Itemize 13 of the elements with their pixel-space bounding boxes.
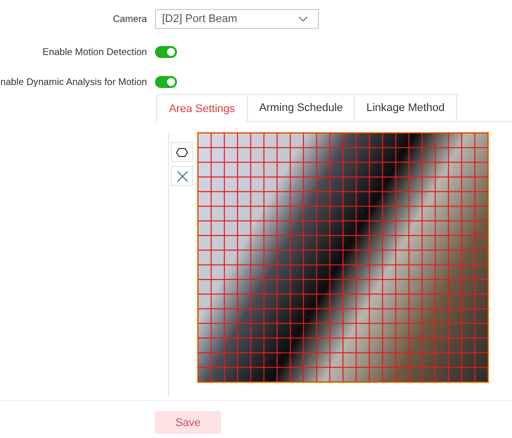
clear-button[interactable] [171,166,193,186]
close-icon [176,170,188,182]
toggle-label: Enable Motion Detection [41,46,147,58]
polygon-tool-button[interactable] [171,142,193,162]
hexagon-icon [176,148,188,156]
camera-dropdown[interactable]: [D2] Port Beam [155,9,319,29]
tab[interactable]: Linkage Method [354,94,457,121]
toggle-label: nable Dynamic Analysis for Motion [0,76,147,88]
camera-label: Camera [112,14,147,24]
chevron-down-icon [298,16,308,22]
tab[interactable]: Area Settings [156,94,248,122]
toggle-switch[interactable] [155,76,177,88]
toggle-switch[interactable] [155,46,177,58]
